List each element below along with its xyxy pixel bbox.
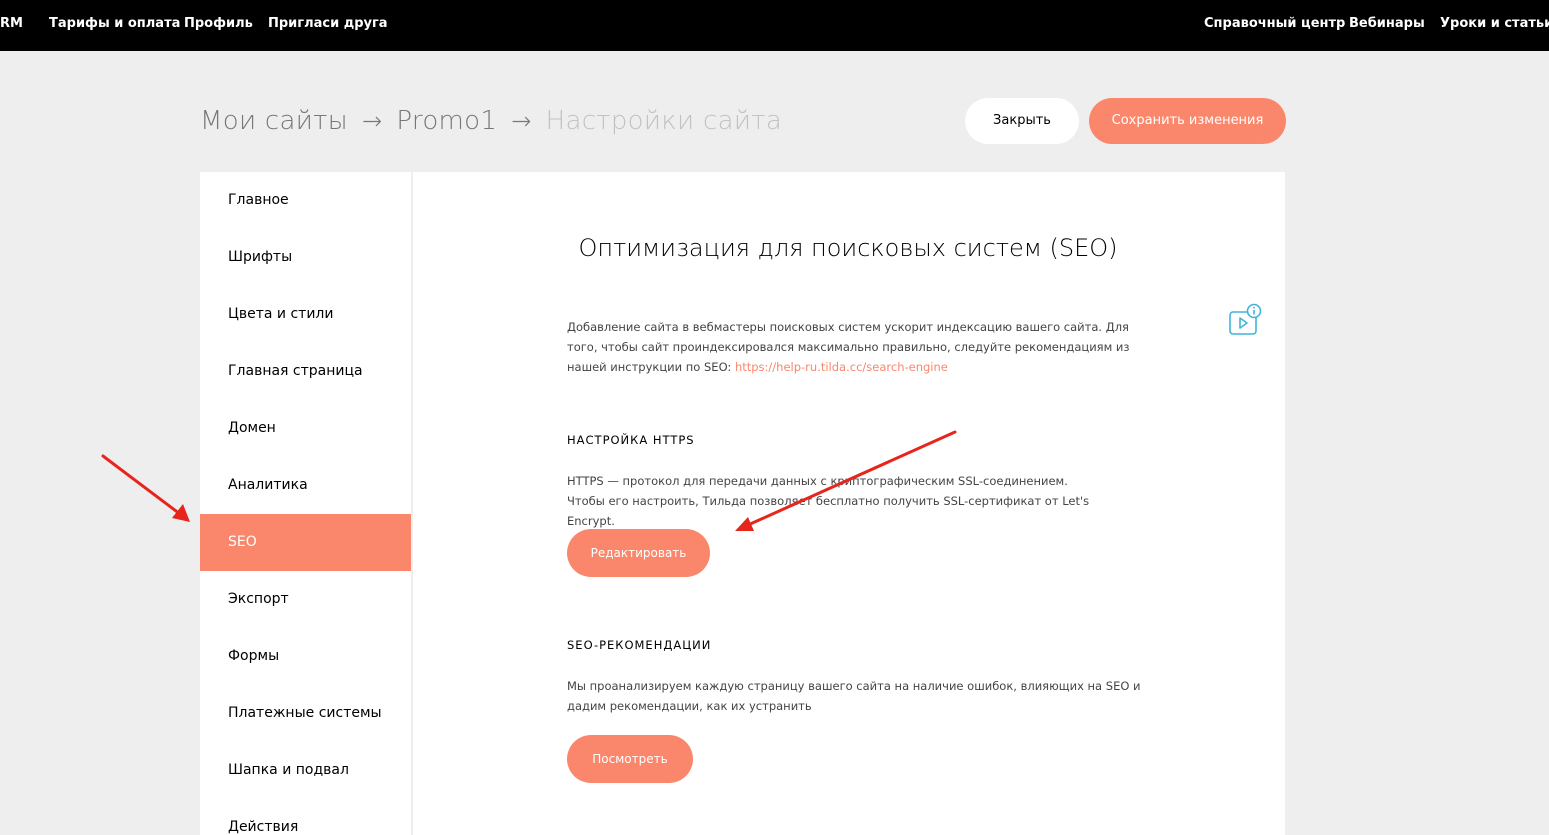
sidebar-item-domain[interactable]: Домен bbox=[200, 400, 411, 457]
nav-lessons[interactable]: Уроки и статьи bbox=[1440, 0, 1549, 48]
seo-recommendations-heading: SEO-РЕКОМЕНДАЦИИ bbox=[567, 638, 712, 652]
sidebar-item-home-page[interactable]: Главная страница bbox=[200, 343, 411, 400]
annotation-arrow bbox=[101, 454, 190, 522]
nav-webinars[interactable]: Вебинары bbox=[1349, 0, 1425, 48]
sidebar-item-analytics[interactable]: Аналитика bbox=[200, 457, 411, 514]
sidebar-item-forms[interactable]: Формы bbox=[200, 628, 411, 685]
settings-sidebar: Главное Шрифты Цвета и стили Главная стр… bbox=[200, 172, 411, 835]
nav-logo-crm[interactable]: RM bbox=[0, 0, 23, 48]
top-nav-bar: RM Тарифы и оплата Профиль Пригласи друг… bbox=[0, 0, 1549, 51]
sidebar-item-payment-systems[interactable]: Платежные системы bbox=[200, 685, 411, 742]
edit-https-button[interactable]: Редактировать bbox=[567, 529, 710, 577]
seo-instruction-link[interactable]: https://help-ru.tilda.cc/search-engine bbox=[735, 360, 948, 374]
nav-tariffs[interactable]: Тарифы и оплата bbox=[49, 0, 180, 48]
breadcrumb-current-page: Настройки сайта bbox=[545, 106, 783, 136]
sidebar-item-main[interactable]: Главное bbox=[200, 172, 411, 229]
nav-invite-friend[interactable]: Пригласи друга bbox=[268, 0, 388, 48]
nav-help-center[interactable]: Справочный центр bbox=[1204, 0, 1345, 48]
save-changes-button[interactable]: Сохранить изменения bbox=[1089, 98, 1286, 144]
breadcrumb-my-sites[interactable]: Мои сайты bbox=[200, 106, 348, 136]
https-section-heading: НАСТРОЙКА HTTPS bbox=[567, 433, 695, 447]
sidebar-item-fonts[interactable]: Шрифты bbox=[200, 229, 411, 286]
seo-intro-text: Добавление сайта в вебмастеры поисковых … bbox=[567, 317, 1147, 377]
seo-settings-panel: Оптимизация для поисковых систем (SEO) Д… bbox=[413, 172, 1285, 835]
https-description: HTTPS — протокол для передачи данных с к… bbox=[567, 474, 1090, 528]
breadcrumb-site[interactable]: Promo1 bbox=[396, 106, 497, 136]
video-info-icon[interactable] bbox=[1228, 303, 1262, 337]
sidebar-item-actions[interactable]: Действия bbox=[200, 799, 411, 835]
breadcrumb: Мои сайты → Promo1 → Настройки сайта bbox=[200, 100, 782, 142]
seo-recommendations-description: Мы проанализируем каждую страницу вашего… bbox=[567, 679, 1141, 713]
sidebar-item-header-footer[interactable]: Шапка и подвал bbox=[200, 742, 411, 799]
close-button[interactable]: Закрыть bbox=[965, 98, 1079, 144]
page-title: Оптимизация для поисковых систем (SEO) bbox=[578, 234, 1118, 262]
sidebar-item-colors[interactable]: Цвета и стили bbox=[200, 286, 411, 343]
nav-profile[interactable]: Профиль bbox=[184, 0, 253, 48]
sidebar-item-export[interactable]: Экспорт bbox=[200, 571, 411, 628]
breadcrumb-separator: → bbox=[511, 107, 532, 135]
sidebar-item-seo[interactable]: SEO bbox=[200, 514, 411, 571]
view-recommendations-button[interactable]: Посмотреть bbox=[567, 735, 693, 783]
breadcrumb-separator: → bbox=[361, 107, 383, 135]
